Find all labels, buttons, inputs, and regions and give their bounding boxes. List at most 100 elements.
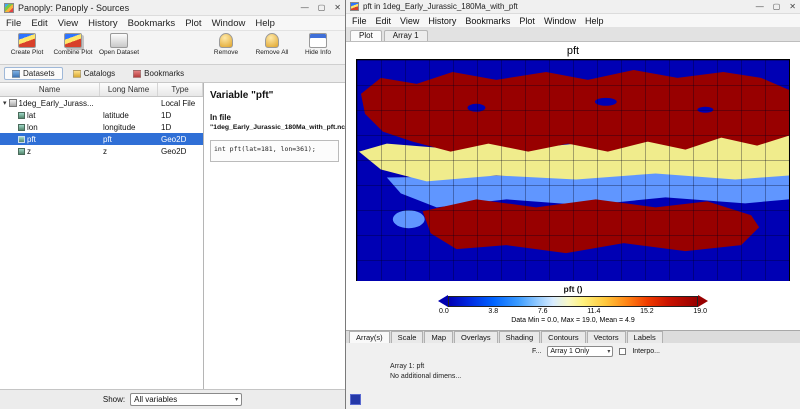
colorbar[interactable]	[346, 295, 800, 307]
map-graticule	[357, 60, 789, 280]
table-row-lon[interactable]: lon longitude 1D	[0, 121, 203, 133]
table-row-z[interactable]: z z Geo2D	[0, 145, 203, 157]
row-long-name: longitude	[100, 123, 158, 132]
open-dataset-button[interactable]: Open Dataset	[96, 33, 142, 56]
maximize-icon[interactable]: ▢	[318, 3, 326, 12]
menu-edit[interactable]: Edit	[31, 18, 47, 29]
sources-menubar: File Edit View History Bookmarks Plot Wi…	[0, 16, 345, 31]
column-long-name[interactable]: Long Name	[100, 83, 158, 96]
tab-catalogs[interactable]: Catalogs	[65, 67, 124, 80]
tab-overlays[interactable]: Overlays	[454, 331, 498, 343]
menu-file[interactable]: File	[352, 16, 367, 26]
tab-map[interactable]: Map	[424, 331, 453, 343]
tick-3: 11.4	[587, 308, 600, 315]
row-type: Geo2D	[158, 147, 203, 156]
row-long-name: latitude	[100, 111, 158, 120]
tab-labels[interactable]: Labels	[627, 331, 663, 343]
variable-declaration: int pft(lat=181, lon=361);	[210, 140, 339, 162]
remove-button[interactable]: Remove	[203, 33, 249, 56]
show-variables-dropdown[interactable]: All variables ▾	[130, 393, 242, 406]
hide-info-button[interactable]: Hide Info	[295, 33, 341, 56]
row-name: pft	[27, 135, 36, 144]
tab-shading[interactable]: Shading	[499, 331, 541, 343]
show-value: All variables	[134, 395, 177, 404]
tab-catalogs-label: Catalogs	[84, 69, 116, 78]
tab-array-1[interactable]: Array 1	[384, 30, 428, 41]
minimize-icon[interactable]: —	[756, 2, 764, 11]
plot-titlebar: pft in 1deg_Early_Jurassic_180Ma_with_pf…	[346, 0, 800, 14]
array-info: Array 1: pft No additional dimens...	[390, 362, 800, 381]
row-name: lat	[27, 111, 35, 120]
row-type: 1D	[158, 123, 203, 132]
column-name[interactable]: Name	[0, 83, 100, 96]
table-row-dataset[interactable]: ▾ 1deg_Early_Jurass... Local File	[0, 97, 203, 109]
interpolate-label: Interpo...	[632, 348, 660, 355]
menu-history[interactable]: History	[88, 18, 118, 29]
interpolate-checkbox[interactable]	[619, 348, 626, 355]
hide-info-label: Hide Info	[305, 49, 331, 56]
plot-window-icon	[350, 2, 359, 11]
tab-bookmarks-label: Bookmarks	[144, 69, 184, 78]
variable-icon	[18, 136, 25, 143]
menu-view[interactable]: View	[58, 18, 78, 29]
menu-help[interactable]: Help	[585, 16, 604, 26]
tab-datasets[interactable]: Datasets	[4, 67, 63, 80]
row-long-name: pft	[100, 135, 158, 144]
table-empty-area	[0, 157, 203, 389]
plot-view-tabs: Plot Array 1	[346, 28, 800, 42]
colorbar-gradient	[448, 296, 698, 307]
menu-bookmarks[interactable]: Bookmarks	[128, 18, 176, 29]
menu-help[interactable]: Help	[255, 18, 275, 29]
menu-view[interactable]: View	[400, 16, 419, 26]
tab-scale[interactable]: Scale	[391, 331, 424, 343]
tab-bookmarks[interactable]: Bookmarks	[125, 67, 192, 80]
colorbar-ticks: 0.0 3.8 7.6 11.4 15.2 19.0	[439, 308, 707, 315]
combine-plot-button[interactable]: Combine Plot	[50, 33, 96, 56]
colorbar-label: pft ()	[346, 284, 800, 294]
table-row-lat[interactable]: lat latitude 1D	[0, 109, 203, 121]
tab-arrays[interactable]: Array(s)	[349, 331, 390, 343]
menu-file[interactable]: File	[6, 18, 21, 29]
maximize-icon[interactable]: ▢	[773, 2, 781, 11]
tab-plot[interactable]: Plot	[350, 30, 382, 41]
world-map-plot[interactable]	[356, 59, 790, 281]
minimize-icon[interactable]: —	[301, 3, 309, 12]
remove-label: Remove	[214, 49, 238, 56]
column-type[interactable]: Type	[158, 83, 203, 96]
table-row-pft[interactable]: pft pft Geo2D	[0, 133, 203, 145]
dataset-file-icon	[9, 99, 17, 107]
open-dataset-label: Open Dataset	[99, 49, 139, 56]
combine-plot-label: Combine Plot	[53, 49, 92, 56]
menu-plot[interactable]: Plot	[185, 18, 201, 29]
arrays-controls-row: F... Array 1 Only ▾ Interpo...	[346, 346, 800, 357]
show-label: Show:	[103, 395, 125, 404]
menu-window[interactable]: Window	[212, 18, 246, 29]
menu-bookmarks[interactable]: Bookmarks	[465, 16, 510, 26]
remove-all-icon	[265, 33, 279, 48]
colorbar-min-arrow-icon	[438, 295, 448, 307]
in-file-label: In file	[210, 113, 339, 122]
variable-icon	[18, 112, 25, 119]
colorbar-max-arrow-icon	[698, 295, 708, 307]
row-type: Local File	[158, 99, 203, 108]
hide-info-icon	[309, 33, 327, 48]
menu-edit[interactable]: Edit	[376, 16, 392, 26]
close-icon[interactable]: ✕	[334, 3, 341, 12]
close-icon[interactable]: ✕	[789, 2, 796, 11]
screen: Panoply: Panoply - Sources — ▢ ✕ File Ed…	[0, 0, 800, 409]
array-selection-dropdown[interactable]: Array 1 Only ▾	[547, 346, 613, 357]
menu-window[interactable]: Window	[544, 16, 576, 26]
tab-datasets-label: Datasets	[23, 69, 55, 78]
catalogs-icon	[73, 70, 81, 78]
create-plot-button[interactable]: Create Plot	[4, 33, 50, 56]
tick-5: 19.0	[693, 308, 707, 315]
tab-contours[interactable]: Contours	[541, 331, 585, 343]
expander-icon[interactable]: ▾	[3, 100, 7, 107]
menu-history[interactable]: History	[428, 16, 456, 26]
menu-plot[interactable]: Plot	[519, 16, 535, 26]
window-title: Panoply: Panoply - Sources	[18, 3, 297, 13]
remove-all-button[interactable]: Remove All	[249, 33, 295, 56]
tab-vectors[interactable]: Vectors	[587, 331, 626, 343]
sources-footer: Show: All variables ▾	[0, 389, 345, 409]
array-info-line1: Array 1: pft	[390, 362, 800, 372]
